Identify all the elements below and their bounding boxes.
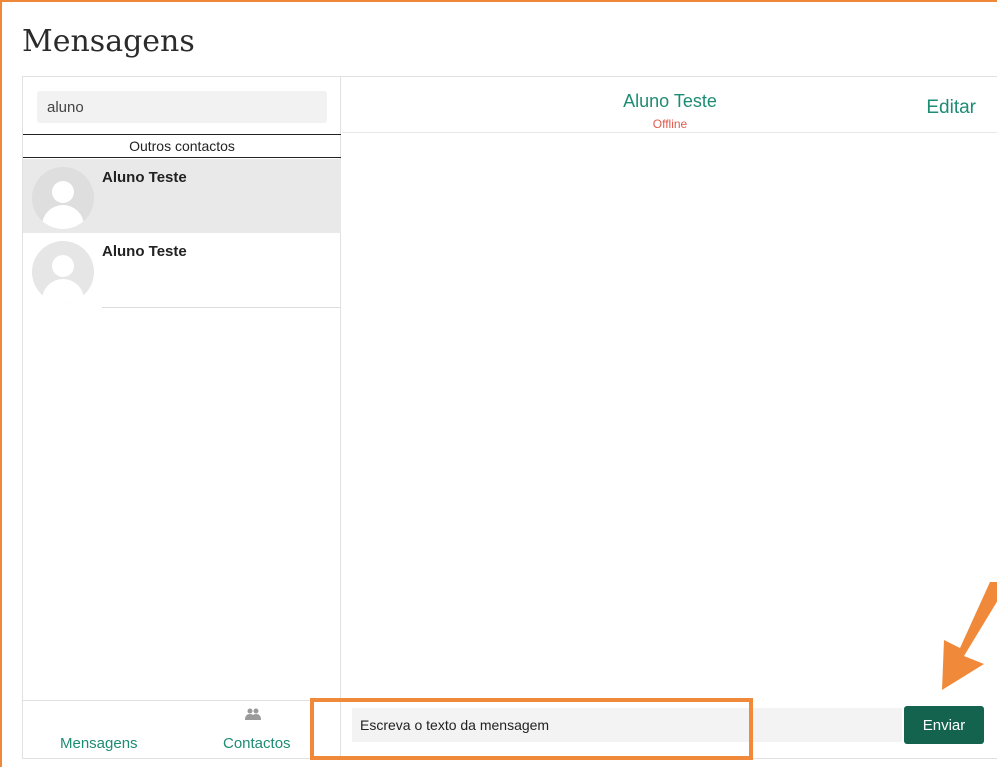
messaging-panel: Outros contactos Aluno Teste Aluno Teste [22,76,997,759]
contact-name: Aluno Teste [102,169,187,186]
status-badge: Offline [652,117,688,131]
tab-contacts[interactable]: Contactos [223,735,291,752]
conversation-contact-name[interactable]: Aluno Teste [342,91,997,112]
sidebar-footer: Mensagens Contactos [23,700,341,758]
section-header-other-contacts: Outros contactos [23,134,341,158]
conversation-pane: Aluno Teste Offline Editar Enviar [342,77,997,758]
send-button[interactable]: Enviar [904,706,984,744]
contact-name: Aluno Teste [102,243,187,260]
contact-list-item[interactable]: Aluno Teste [23,233,341,307]
page-title: Mensagens [22,24,195,59]
annotation-highlight-box [310,698,753,760]
contact-list-item[interactable]: Aluno Teste [23,159,341,233]
tab-messages[interactable]: Mensagens [60,735,138,752]
contacts-sidebar: Outros contactos Aluno Teste Aluno Teste [23,77,341,758]
edit-button[interactable]: Editar [926,97,976,119]
contact-search-input[interactable] [37,91,327,123]
contacts-icon[interactable] [245,707,261,726]
avatar-icon [32,167,94,229]
avatar-icon [32,241,94,303]
annotation-arrow-icon [942,582,997,690]
conversation-header: Aluno Teste Offline Editar [342,77,997,133]
list-divider [102,307,341,308]
